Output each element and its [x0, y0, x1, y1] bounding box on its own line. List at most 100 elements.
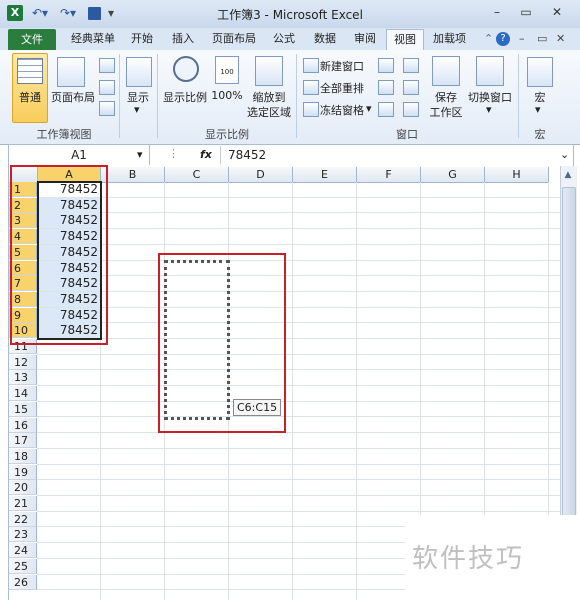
formula-input[interactable]: 78452 [228, 145, 266, 165]
new-window-icon[interactable] [303, 58, 319, 73]
row-header-23[interactable]: 23 [9, 527, 37, 542]
row-header-25[interactable]: 25 [9, 559, 37, 574]
window-close-icon[interactable]: ✕ [549, 29, 572, 49]
tab-addins[interactable]: 加载项 [426, 29, 473, 49]
tab-review[interactable]: 审阅 [347, 29, 383, 49]
unhide-icon[interactable] [378, 102, 394, 117]
grid-row-line [37, 244, 560, 245]
view-side-by-side-icon[interactable] [403, 58, 419, 73]
grid-row-line [37, 369, 560, 370]
arrange-all-label[interactable]: 全部重排 [320, 80, 364, 96]
column-header-g[interactable]: G [421, 167, 485, 183]
switch-windows-dropdown-icon[interactable]: ▾ [486, 103, 492, 116]
new-window-label[interactable]: 新建窗口 [320, 58, 364, 74]
expand-formula-bar-icon[interactable]: ⌄ [560, 148, 569, 161]
grid-row-line [37, 307, 560, 308]
arrange-all-icon[interactable] [303, 80, 319, 95]
grid-row-line [37, 338, 560, 339]
show-icon[interactable] [126, 57, 152, 87]
row-header-18[interactable]: 18 [9, 449, 37, 464]
macros-dropdown-icon[interactable]: ▾ [535, 103, 541, 116]
freeze-panes-dropdown-icon[interactable]: ▾ [366, 102, 372, 115]
tab-home[interactable]: 开始 [124, 29, 160, 49]
row-header-20[interactable]: 20 [9, 480, 37, 495]
macros-group-label: 宏 [534, 128, 546, 141]
formula-bar-divider-icon: ⋮ [168, 147, 179, 160]
row-header-12[interactable]: 12 [9, 355, 37, 370]
page-layout-view-label[interactable]: 页面布局 [50, 89, 96, 105]
column-header-e[interactable]: E [293, 167, 357, 183]
freeze-panes-label[interactable]: 冻结窗格 [320, 102, 364, 118]
close-icon[interactable]: ✕ [546, 4, 568, 20]
restore-icon[interactable]: ▭ [515, 4, 537, 20]
row-header-17[interactable]: 17 [9, 433, 37, 448]
custom-views-icon[interactable] [99, 80, 115, 95]
column-header-b[interactable]: B [101, 167, 165, 183]
reset-window-position-icon[interactable] [403, 102, 419, 117]
grid-row-line [37, 275, 560, 276]
zoom-100-label[interactable]: 100% [210, 89, 244, 102]
tab-formulas[interactable]: 公式 [266, 29, 302, 49]
grid-row-line [37, 260, 560, 261]
switch-windows-icon[interactable] [476, 56, 504, 86]
grid-row-line [37, 432, 560, 433]
window-minimize-icon[interactable]: – [512, 29, 532, 49]
hide-icon[interactable] [378, 80, 394, 95]
synchronous-scrolling-icon[interactable] [403, 80, 419, 95]
name-box[interactable]: A1 [9, 145, 150, 165]
save-workspace-icon[interactable] [432, 56, 460, 86]
split-icon[interactable] [378, 58, 394, 73]
tab-data[interactable]: 数据 [307, 29, 343, 49]
row-header-13[interactable]: 13 [9, 370, 37, 385]
column-header-f[interactable]: F [357, 167, 421, 183]
tab-file[interactable]: 文件 [8, 29, 56, 50]
group-separator [518, 54, 519, 138]
zoom-to-selection-icon[interactable] [255, 56, 283, 86]
row-header-21[interactable]: 21 [9, 496, 37, 511]
macros-icon[interactable] [527, 57, 553, 87]
zoom-magnifier-icon[interactable] [173, 56, 199, 82]
normal-view-icon [17, 58, 43, 84]
name-box-dropdown-icon[interactable]: ▾ [137, 148, 143, 161]
tab-page-layout[interactable]: 页面布局 [205, 29, 263, 49]
tab-view[interactable]: 视图 [386, 29, 424, 51]
help-icon[interactable]: ? [496, 32, 510, 46]
column-header-h[interactable]: H [485, 167, 549, 183]
grid-row-line [37, 464, 560, 465]
grid-row-line [37, 448, 560, 449]
freeze-panes-icon[interactable] [303, 102, 319, 117]
grid-row-line [37, 416, 560, 417]
save-workspace-label-1[interactable]: 保存 [426, 89, 466, 105]
row-header-22[interactable]: 22 [9, 512, 37, 527]
tab-classic-menu[interactable]: 经典菜单 [64, 29, 122, 49]
selection-border-a1-a10 [37, 181, 102, 340]
show-dropdown-icon[interactable]: ▾ [134, 103, 140, 116]
row-header-14[interactable]: 14 [9, 386, 37, 401]
zoom-to-selection-label-1[interactable]: 缩放到 [246, 89, 292, 105]
grid-row-line [37, 511, 560, 512]
grid-row-line [37, 228, 560, 229]
grid-row-line [37, 479, 560, 480]
save-workspace-label-2[interactable]: 工作区 [426, 104, 466, 120]
zoom-to-selection-label-2[interactable]: 选定区域 [246, 104, 292, 120]
zoom-label[interactable]: 显示比例 [162, 89, 208, 105]
row-header-15[interactable]: 15 [9, 402, 37, 417]
insert-function-icon[interactable]: fx [200, 145, 212, 165]
grid-row-line [37, 354, 560, 355]
zoom-100-icon[interactable]: 100 [215, 56, 239, 84]
full-screen-icon[interactable] [99, 101, 115, 116]
row-header-26[interactable]: 26 [9, 575, 37, 590]
column-header-d[interactable]: D [229, 167, 293, 183]
grid-row-line [37, 385, 560, 386]
grid-row-line [37, 212, 560, 213]
grid-row-line [37, 401, 560, 402]
row-header-16[interactable]: 16 [9, 418, 37, 433]
page-break-preview-icon[interactable] [99, 58, 115, 73]
row-header-19[interactable]: 19 [9, 465, 37, 480]
page-layout-view-icon[interactable] [57, 57, 85, 87]
column-header-c[interactable]: C [165, 167, 229, 183]
tab-insert[interactable]: 插入 [165, 29, 201, 49]
minimize-icon[interactable]: – [486, 4, 508, 20]
scroll-up-icon[interactable]: ▲ [561, 168, 575, 182]
row-header-24[interactable]: 24 [9, 543, 37, 558]
